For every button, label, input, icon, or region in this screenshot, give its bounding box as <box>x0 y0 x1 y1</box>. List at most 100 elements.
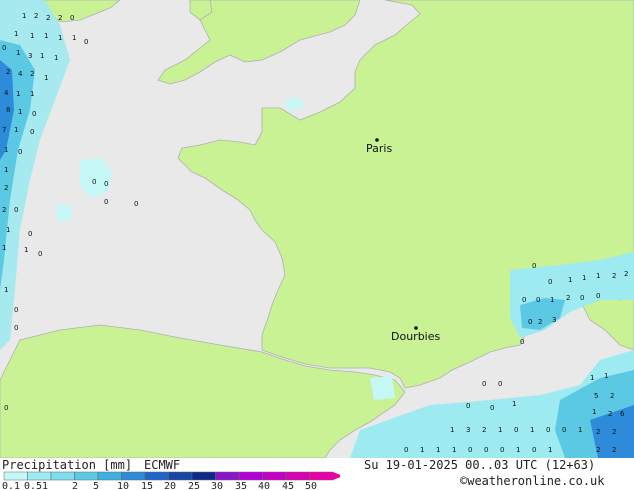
legend-swatch <box>74 471 99 481</box>
svg-text:1: 1 <box>14 30 18 38</box>
svg-text:0: 0 <box>536 296 540 304</box>
svg-text:1: 1 <box>436 446 440 454</box>
svg-text:1: 1 <box>4 146 8 154</box>
svg-text:0: 0 <box>490 404 494 412</box>
footer-bar: Precipitation [mm] ECMWF Su 19-01-2025 0… <box>0 458 634 490</box>
legend-tick-label: 10 <box>117 481 129 490</box>
svg-text:2: 2 <box>46 14 50 22</box>
svg-text:1: 1 <box>498 426 502 434</box>
svg-text:1: 1 <box>604 372 608 380</box>
svg-text:1: 1 <box>590 374 594 382</box>
footer-datetime: Su 19-01-2025 00..03 UTC (12+63) <box>364 458 596 472</box>
svg-text:0: 0 <box>92 178 96 186</box>
svg-text:1: 1 <box>16 49 20 57</box>
svg-text:0: 0 <box>520 338 524 346</box>
svg-text:2: 2 <box>596 428 600 436</box>
svg-text:2: 2 <box>6 68 10 76</box>
legend-swatch <box>215 471 240 481</box>
legend-tick-label: 35 <box>235 481 247 490</box>
svg-text:1: 1 <box>596 272 600 280</box>
svg-text:0: 0 <box>32 110 36 118</box>
svg-text:2: 2 <box>608 410 612 418</box>
svg-text:0: 0 <box>466 402 470 410</box>
svg-text:0: 0 <box>562 426 566 434</box>
svg-text:2: 2 <box>566 294 570 302</box>
svg-text:2: 2 <box>612 446 616 454</box>
svg-text:0: 0 <box>104 198 108 206</box>
svg-text:1: 1 <box>450 426 454 434</box>
svg-text:1: 1 <box>592 408 596 416</box>
legend-tick-label: 0.1 <box>2 481 20 490</box>
svg-text:0: 0 <box>482 380 486 388</box>
svg-text:4: 4 <box>18 70 23 78</box>
svg-text:0: 0 <box>580 294 584 302</box>
svg-text:0: 0 <box>28 230 32 238</box>
precipitation-legend: 0.1 0.5 1 2 5 10 15 20 25 30 35 40 45 50 <box>2 471 340 490</box>
svg-text:1: 1 <box>512 400 516 408</box>
svg-text:0: 0 <box>14 306 18 314</box>
legend-tick-label: 1 <box>42 481 48 490</box>
svg-text:0: 0 <box>522 296 526 304</box>
svg-text:0: 0 <box>514 426 518 434</box>
legend-swatch <box>50 471 75 481</box>
svg-text:0: 0 <box>134 200 138 208</box>
svg-text:0: 0 <box>4 404 8 412</box>
legend-tick-label: 45 <box>282 481 294 490</box>
svg-text:2: 2 <box>2 206 6 214</box>
svg-text:1: 1 <box>530 426 534 434</box>
legend-tick-label: 25 <box>188 481 200 490</box>
svg-text:1: 1 <box>58 34 62 42</box>
svg-text:1: 1 <box>4 166 8 174</box>
svg-text:2: 2 <box>624 270 628 278</box>
svg-text:0: 0 <box>484 446 488 454</box>
svg-text:0: 0 <box>500 446 504 454</box>
svg-text:2: 2 <box>58 14 62 22</box>
svg-text:0: 0 <box>596 292 600 300</box>
svg-text:2: 2 <box>482 426 486 434</box>
svg-text:1: 1 <box>4 286 8 294</box>
svg-text:1: 1 <box>44 32 48 40</box>
svg-text:1: 1 <box>24 246 28 254</box>
svg-text:1: 1 <box>550 296 554 304</box>
legend-tick-label: 20 <box>164 481 176 490</box>
legend-swatch <box>121 471 146 481</box>
legend-swatch <box>3 471 28 481</box>
svg-text:1: 1 <box>6 226 10 234</box>
legend-tick-label: 5 <box>93 481 99 490</box>
svg-text:3: 3 <box>28 52 32 60</box>
svg-text:0: 0 <box>14 324 18 332</box>
footer-copyright: ©weatheronline.co.uk <box>460 474 605 488</box>
svg-text:2: 2 <box>34 12 38 20</box>
svg-text:0: 0 <box>30 128 34 136</box>
svg-text:0: 0 <box>404 446 408 454</box>
svg-text:2: 2 <box>612 428 616 436</box>
svg-text:1: 1 <box>452 446 456 454</box>
svg-text:6: 6 <box>620 410 625 418</box>
svg-text:1: 1 <box>14 126 18 134</box>
svg-text:1: 1 <box>40 52 44 60</box>
svg-text:0: 0 <box>38 250 42 258</box>
svg-text:0: 0 <box>532 262 536 270</box>
legend-tick-label: 30 <box>211 481 223 490</box>
svg-text:5: 5 <box>594 392 598 400</box>
precipitation-map[interactable]: 12 22 01 11 11 00 13 11 24 21 41 18 10 7… <box>0 0 634 458</box>
svg-text:0: 0 <box>84 38 88 46</box>
svg-text:1: 1 <box>22 12 26 20</box>
svg-text:1: 1 <box>30 90 34 98</box>
svg-text:8: 8 <box>6 106 10 114</box>
legend-swatch <box>168 471 193 481</box>
svg-text:1: 1 <box>548 446 552 454</box>
svg-text:0: 0 <box>528 318 532 326</box>
legend-swatch <box>27 471 52 481</box>
svg-text:0: 0 <box>548 278 552 286</box>
legend-swatch <box>97 471 122 481</box>
svg-text:1: 1 <box>568 276 572 284</box>
svg-text:1: 1 <box>516 446 520 454</box>
legend-swatch <box>191 471 216 481</box>
legend-tick-label: 50 <box>305 481 317 490</box>
svg-text:0: 0 <box>104 180 108 188</box>
svg-text:2: 2 <box>538 318 542 326</box>
svg-text:0: 0 <box>532 446 536 454</box>
svg-text:1: 1 <box>582 274 586 282</box>
legend-swatch <box>238 471 263 481</box>
